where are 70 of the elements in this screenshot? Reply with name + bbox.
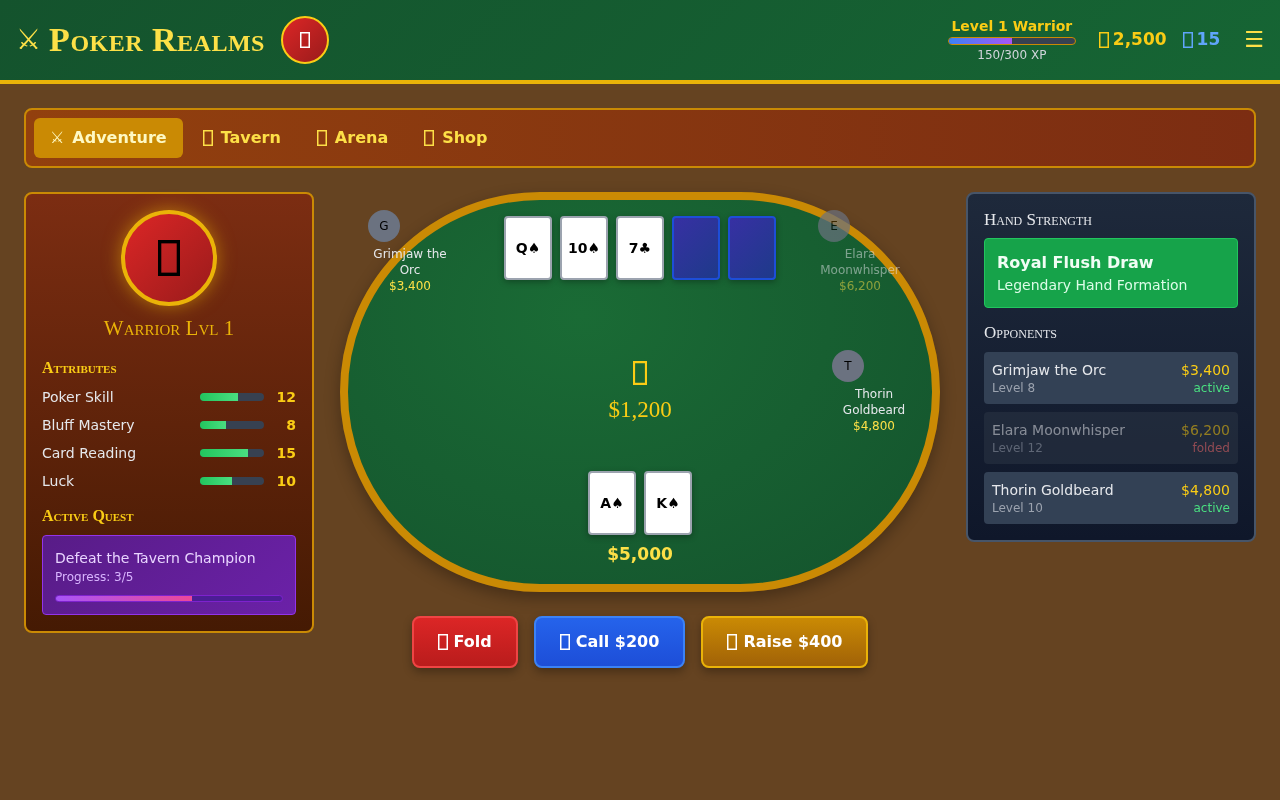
attribute-value: 12 xyxy=(275,387,296,407)
opponent-level: Level 8 xyxy=(992,380,1037,396)
opponent-chips: $4,800 xyxy=(1181,480,1230,500)
nav-tab[interactable]: Tavern xyxy=(186,118,297,158)
menu-button[interactable]: ☰ xyxy=(1244,29,1264,51)
attribute-value: 15 xyxy=(275,443,296,463)
opponent-level: Level 10 xyxy=(992,500,1044,516)
section-heading: Active Quest xyxy=(42,506,135,526)
xp-reading: 150/300 XP xyxy=(976,47,1048,63)
coin-balance: 2,500 xyxy=(1112,28,1167,52)
attribute-name: Poker Skill xyxy=(42,387,115,407)
missing-glyph-icon xyxy=(437,634,448,650)
character-title: Warrior Lvl 1 xyxy=(102,316,236,340)
app-title: Poker Realms xyxy=(49,20,265,60)
section-heading: Opponents xyxy=(984,323,1058,343)
opponent-status: folded xyxy=(1191,440,1230,456)
hand-description: Legendary Hand Formation xyxy=(997,276,1189,295)
missing-glyph-icon xyxy=(316,130,327,146)
attribute-name: Bluff Mastery xyxy=(42,415,136,435)
playing-card: A♠ xyxy=(588,471,636,535)
opponent-chips: $3,400 xyxy=(1181,360,1230,380)
nav-tab[interactable]: Arena xyxy=(300,118,405,158)
opponent-name: Grimjaw the Orc xyxy=(992,361,1107,380)
attribute-value: 10 xyxy=(275,471,296,491)
player-stack: $5,000 xyxy=(607,543,673,566)
missing-glyph-icon xyxy=(1098,32,1109,48)
missing-glyph-icon xyxy=(1182,32,1193,48)
quest-title: Defeat the Tavern Champion xyxy=(55,549,257,568)
opponent-status: active xyxy=(1192,380,1230,396)
playing-card: K♠ xyxy=(644,471,692,535)
nav-tab[interactable]: Shop xyxy=(408,118,504,158)
playing-card: 10♠ xyxy=(560,216,608,280)
player-chips: $6,200 xyxy=(818,278,902,294)
attribute-name: Luck xyxy=(42,471,76,491)
opponent-name: Elara Moonwhisper xyxy=(992,421,1125,440)
raise-button[interactable]: Raise $400 xyxy=(701,616,869,668)
missing-glyph-icon xyxy=(559,634,570,650)
opponent-chips: $6,200 xyxy=(1181,420,1230,440)
crossed-swords-icon: ⚔ xyxy=(16,20,42,60)
missing-glyph-icon xyxy=(633,361,647,385)
attribute-value: 8 xyxy=(285,415,296,435)
opponent-name: Thorin Goldbeard xyxy=(992,481,1114,500)
hand-name: Royal Flush Draw xyxy=(997,252,1155,274)
missing-glyph-icon xyxy=(727,634,738,650)
fold-button[interactable]: Fold xyxy=(411,616,518,668)
player-chips: $4,800 xyxy=(832,418,916,434)
missing-glyph-icon xyxy=(202,130,213,146)
player-name: Grimjaw the Orc xyxy=(372,246,448,278)
player-avatar: T xyxy=(832,350,864,382)
playing-card: Q♠ xyxy=(504,216,552,280)
nav-tab[interactable]: ⚔ Adventure xyxy=(34,118,183,158)
gem-count: 15 xyxy=(1196,28,1221,52)
player-avatar: E xyxy=(818,210,850,242)
opponent-level: Level 12 xyxy=(992,440,1044,456)
attribute-name: Card Reading xyxy=(42,443,138,463)
call-button[interactable]: Call $200 xyxy=(533,616,686,668)
avatar-icon xyxy=(121,210,217,306)
section-heading: Hand Strength xyxy=(984,210,1093,230)
player-rank: Level 1 Warrior xyxy=(950,17,1074,35)
player-name: Thorin Goldbeard xyxy=(841,386,907,418)
player-chips: $3,400 xyxy=(368,278,452,294)
crossed-swords-icon: ⚔ xyxy=(50,130,65,146)
pot-amount: $1,200 xyxy=(608,396,672,424)
opponent-status: active xyxy=(1192,500,1230,516)
playing-card: 7♣ xyxy=(616,216,664,280)
section-heading: Attributes xyxy=(42,358,118,378)
missing-glyph-icon xyxy=(424,130,435,146)
player-avatar: G xyxy=(368,210,400,242)
quest-progress-text: Progress: 3/5 xyxy=(55,569,135,586)
emblem-icon xyxy=(280,16,329,64)
